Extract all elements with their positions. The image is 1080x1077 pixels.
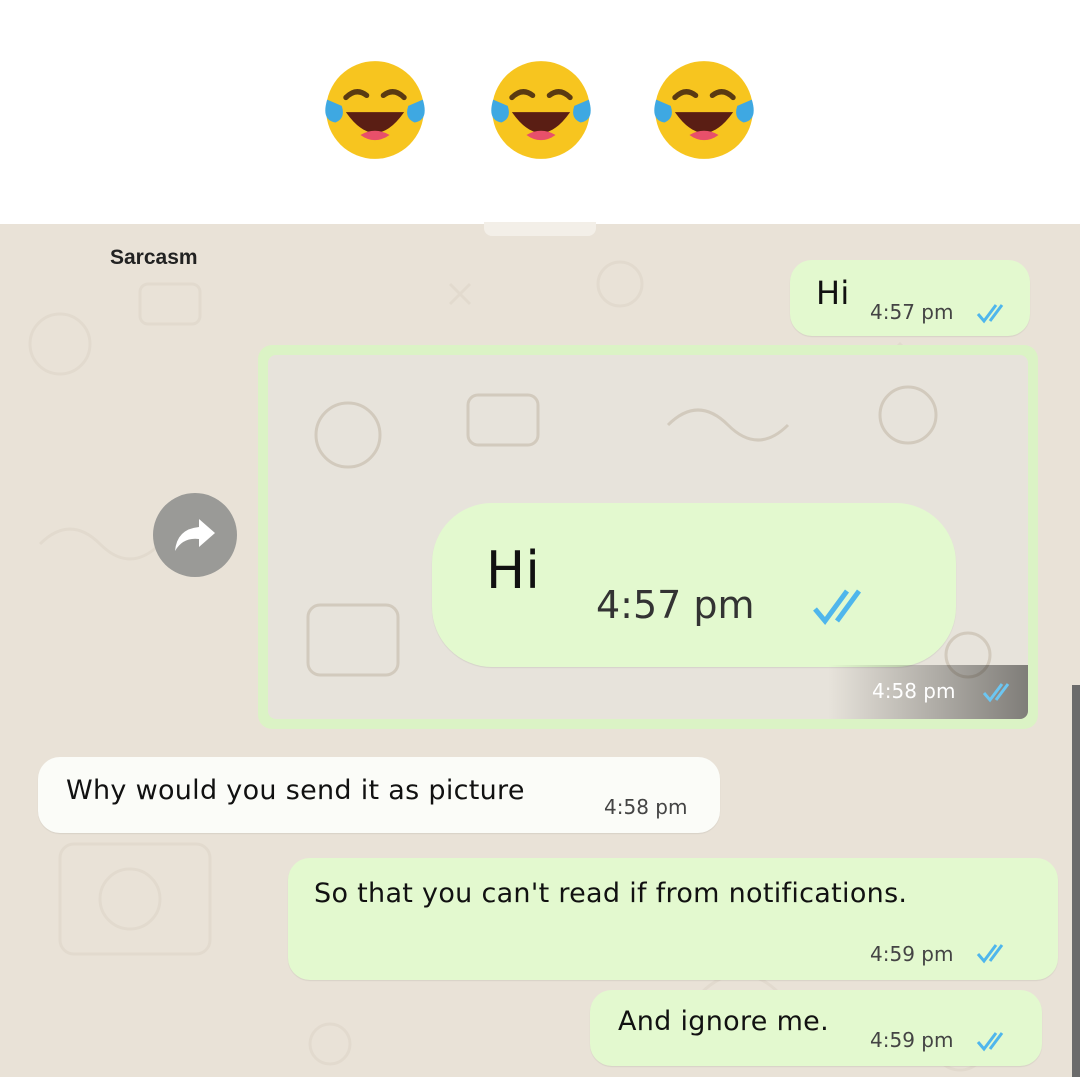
image-message-time: 4:57 pm	[596, 583, 755, 627]
emoji-header	[0, 0, 1080, 224]
screenshot-image[interactable]: Hi 4:57 pm 4:58 pm	[268, 355, 1028, 719]
date-pill	[484, 222, 596, 236]
image-message-text: Hi	[486, 541, 541, 601]
face-with-tears-of-joy-icon	[491, 61, 591, 159]
message-bubble-outgoing[interactable]: And ignore me. 4:59 pm	[590, 990, 1042, 1066]
image-message-bubble[interactable]: Hi 4:57 pm 4:58 pm	[258, 345, 1038, 729]
forward-arrow-icon	[175, 519, 215, 551]
message-time: 4:58 pm	[604, 795, 688, 819]
message-text: Why would you send it as picture	[66, 775, 525, 806]
message-time: 4:57 pm	[870, 300, 954, 324]
forward-button[interactable]	[153, 493, 237, 577]
message-bubble-outgoing[interactable]: So that you can't read if from notificat…	[288, 858, 1058, 980]
message-text: Hi	[816, 274, 850, 312]
image-inner-message-bubble: Hi 4:57 pm	[432, 503, 956, 667]
watermark-label: Sarcasm	[110, 246, 198, 269]
message-text: And ignore me.	[618, 1006, 829, 1037]
message-time: 4:59 pm	[870, 942, 954, 966]
face-with-tears-of-joy-icon	[325, 61, 425, 159]
double-check-read-icon	[982, 683, 1010, 703]
scrollbar[interactable]	[1072, 685, 1080, 1077]
message-bubble-incoming[interactable]: Why would you send it as picture 4:58 pm	[38, 757, 720, 833]
message-time: 4:59 pm	[870, 1028, 954, 1052]
image-double-check-read-icon	[813, 589, 862, 626]
double-check-read-icon	[976, 304, 1004, 324]
double-check-read-icon	[976, 1032, 1004, 1052]
double-check-read-icon	[976, 944, 1004, 964]
message-text: So that you can't read if from notificat…	[314, 878, 908, 909]
message-bubble-outgoing[interactable]: Hi 4:57 pm	[790, 260, 1030, 336]
face-with-tears-of-joy-icon	[654, 61, 754, 159]
image-sent-time: 4:58 pm	[872, 679, 956, 703]
